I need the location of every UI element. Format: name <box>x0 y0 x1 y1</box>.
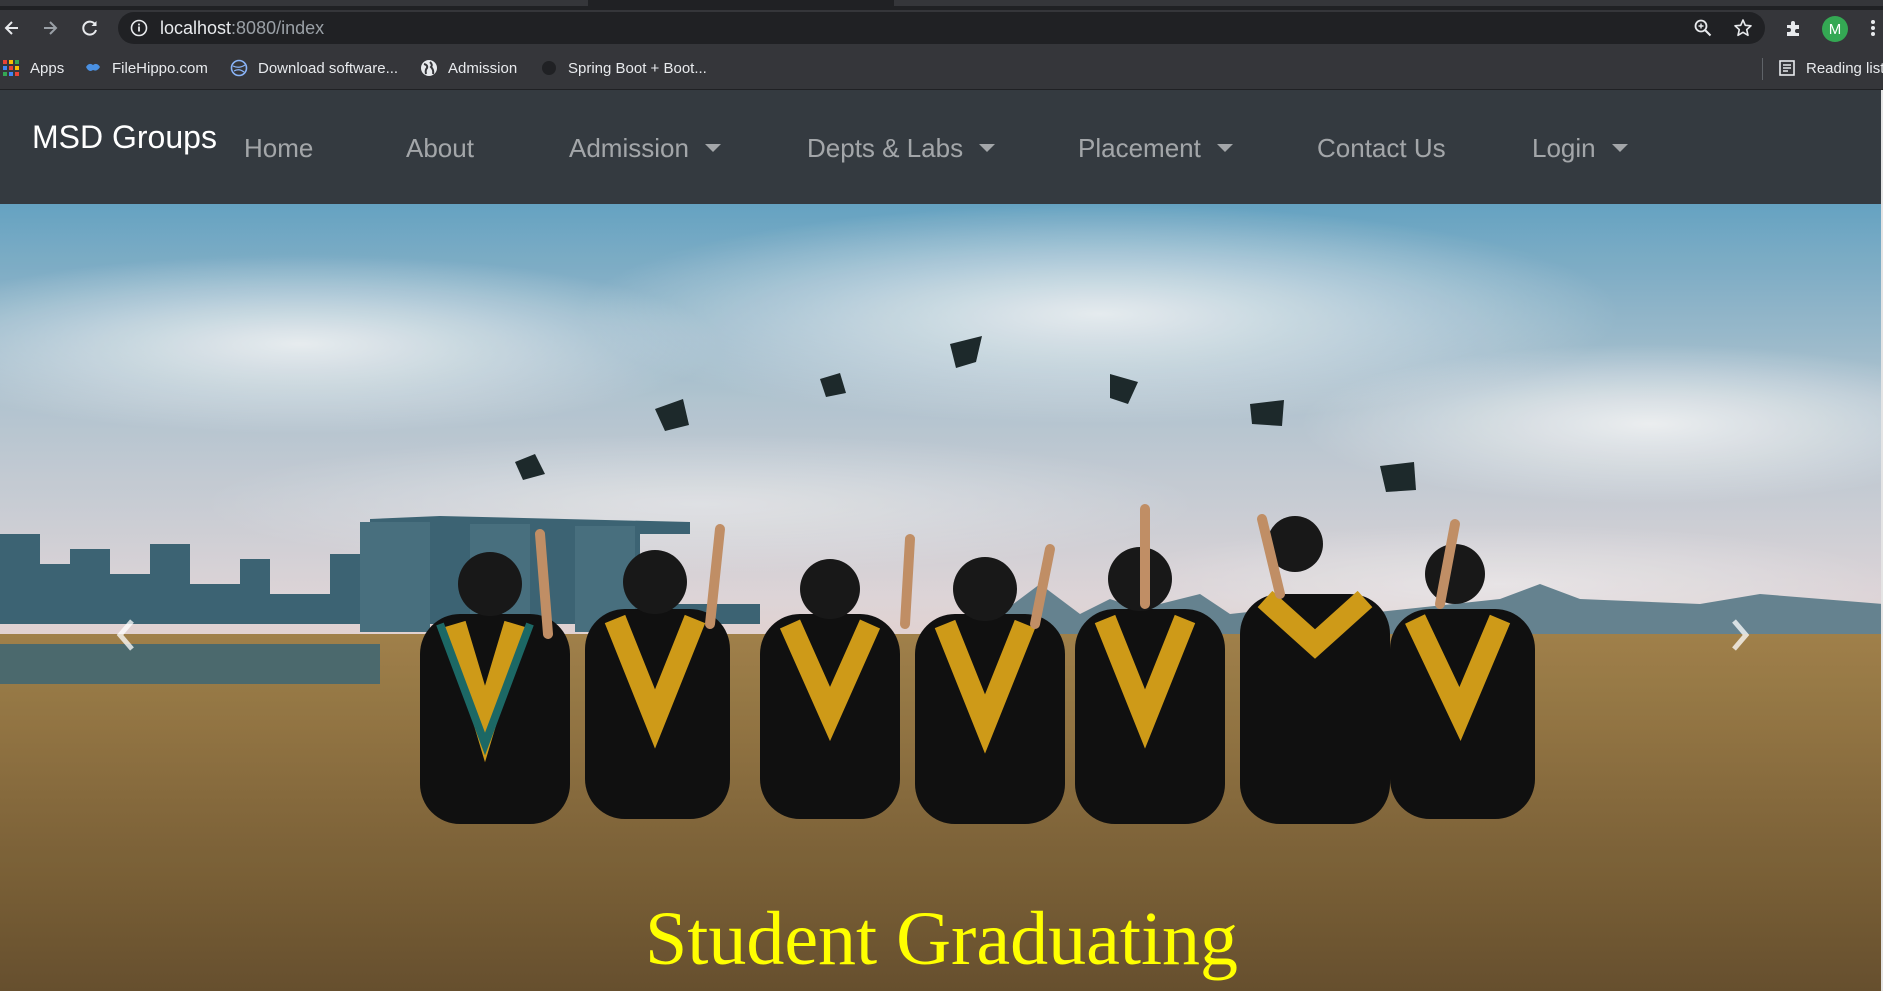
bookmark-admission[interactable]: Admission <box>420 56 517 80</box>
bookmark-label: Download software... <box>258 59 399 77</box>
caret-down-icon <box>979 144 996 152</box>
nav-placement-dropdown[interactable]: Placement <box>1078 132 1233 164</box>
bookmark-label: FileHippo.com <box>112 59 208 77</box>
bookmark-apps[interactable]: Apps <box>2 56 64 80</box>
caret-down-icon <box>1216 144 1233 152</box>
prev-icon <box>116 619 134 651</box>
info-icon[interactable] <box>130 19 148 37</box>
nav-depts-dropdown[interactable]: Depts & Labs <box>807 132 996 164</box>
back-icon[interactable] <box>0 16 24 40</box>
bookmarks-bar: Apps FileHippo.com Download software... … <box>0 46 1883 90</box>
reading-list-button[interactable]: Reading list <box>1778 56 1883 80</box>
url-path: :8080/index <box>231 18 325 38</box>
bookmark-filehippo[interactable]: FileHippo.com <box>84 56 208 80</box>
nav-depts-label: Depts & Labs <box>807 133 964 163</box>
navbar-brand[interactable]: MSD Groups <box>32 117 217 157</box>
next-icon <box>1732 619 1750 651</box>
zoom-icon[interactable] <box>1693 18 1713 38</box>
reading-list-icon <box>1778 59 1796 77</box>
globe-icon <box>230 59 248 77</box>
bookmarks-divider <box>1762 58 1763 80</box>
hippo-icon <box>84 59 102 77</box>
nav-contact-label: Contact Us <box>1317 133 1446 163</box>
hero-carousel: Student Graduating <box>0 204 1883 991</box>
forward-icon[interactable] <box>38 16 62 40</box>
caret-down-icon <box>1611 144 1628 152</box>
bookmark-label: Apps <box>30 59 65 77</box>
tab-strip <box>0 0 1883 10</box>
star-icon[interactable] <box>1733 18 1753 38</box>
browser-toolbar: localhost:8080/index M <box>0 10 1883 46</box>
url-text[interactable]: localhost:8080/index <box>160 18 324 38</box>
extensions-icon[interactable] <box>1782 16 1806 40</box>
nav-admission-dropdown[interactable]: Admission <box>569 132 721 164</box>
world-icon <box>420 59 438 77</box>
carousel-next-button[interactable] <box>1720 610 1760 660</box>
bookmark-label: Reading list <box>1806 59 1883 77</box>
nav-admission-label: Admission <box>569 133 689 163</box>
bookmark-spring-boot[interactable]: Spring Boot + Boot... <box>540 56 707 80</box>
apps-grid-icon <box>2 59 20 77</box>
nav-about[interactable]: About <box>406 132 474 164</box>
reload-icon[interactable] <box>78 16 102 40</box>
tab-edge <box>0 0 588 6</box>
bookmark-label: Admission <box>448 59 518 77</box>
nav-login-dropdown[interactable]: Login <box>1532 132 1628 164</box>
nav-placement-label: Placement <box>1078 133 1201 163</box>
carousel-caption: Student Graduating <box>644 897 1239 981</box>
nav-about-label: About <box>406 133 474 163</box>
bookmark-download-software[interactable]: Download software... <box>230 56 398 80</box>
url-host: localhost <box>160 18 232 38</box>
page-icon <box>540 59 558 77</box>
nav-home-label: Home <box>244 133 314 163</box>
address-bar[interactable]: localhost:8080/index <box>118 12 1765 44</box>
profile-avatar[interactable]: M <box>1822 16 1848 42</box>
bookmark-label: Spring Boot + Boot... <box>568 59 707 77</box>
caret-down-icon <box>704 144 721 152</box>
graduation-photo <box>0 204 1883 991</box>
site-navbar: MSD Groups Home About Admission Depts & … <box>0 90 1883 204</box>
tab-edge <box>894 0 1883 6</box>
nav-home[interactable]: Home <box>244 132 313 164</box>
menu-icon[interactable] <box>1864 16 1882 40</box>
carousel-prev-button[interactable] <box>106 610 146 660</box>
nav-contact[interactable]: Contact Us <box>1317 132 1446 164</box>
nav-login-label: Login <box>1532 133 1596 163</box>
